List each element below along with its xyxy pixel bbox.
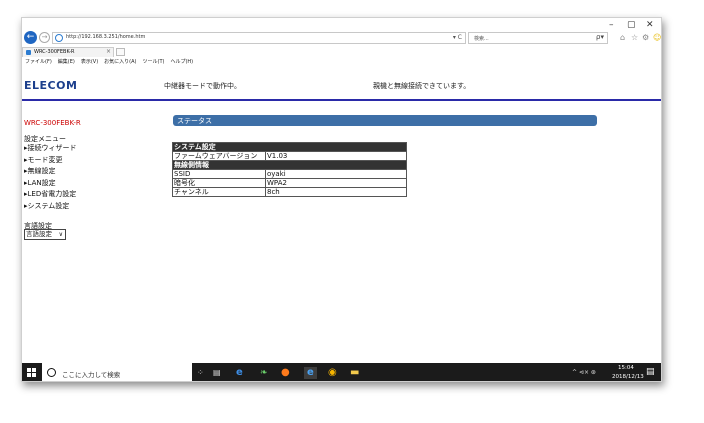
file-explorer-folder-icon[interactable]: ▬ [350, 367, 359, 379]
address-row: ← → http://192.168.3.251/home.htm ▾ C 検索… [22, 30, 661, 46]
gear-icon[interactable]: ⚙ [642, 33, 649, 42]
page-header: ELECOM 中継器モードで動作中。 親機と無線接続できています。 [22, 68, 661, 101]
ssid-value: oyaki [265, 169, 407, 179]
table-section-row: 無線側情報 [172, 160, 407, 170]
forward-button[interactable]: → [39, 32, 50, 43]
notification-icon[interactable]: ▤ [646, 367, 655, 377]
menu-link-lan[interactable]: ▸LAN設定 [24, 178, 77, 190]
web-page: ELECOM 中継器モードで動作中。 親機と無線接続できています。 WRC-30… [22, 68, 661, 363]
close-button[interactable]: ✕ [646, 20, 654, 30]
connection-message: 親機と無線接続できています。 [373, 82, 471, 90]
chevron-down-icon: ∨ [58, 231, 63, 238]
elecom-logo: ELECOM [24, 79, 78, 92]
search-placeholder: 検索... [474, 36, 489, 42]
screen: – ▢ ✕ ← → http://192.168.3.251/home.htm … [21, 17, 662, 382]
table-row: ファームウェアバージョン V1.03 [172, 151, 407, 161]
clock-time[interactable]: 15:04 [618, 365, 634, 371]
language-select-value: 言語設定 [26, 230, 52, 238]
table-row: SSID oyaki [172, 169, 407, 179]
favorites-star-icon[interactable]: ☆ [631, 33, 638, 42]
menu-link-mode[interactable]: ▸モード変更 [24, 155, 77, 167]
channel-label: チャンネル [172, 187, 266, 197]
windows-start-icon[interactable] [27, 368, 37, 378]
menu-bar: ファイル(F) 編集(E) 表示(V) お気に入り(A) ツール(T) ヘルプ(… [22, 58, 193, 67]
table-section-row: システム設定 [172, 142, 407, 152]
taskbar-search-input[interactable]: ここに入力して検索 [42, 363, 192, 381]
taskbar-search-placeholder: ここに入力して検索 [62, 371, 121, 379]
menu-help[interactable]: ヘルプ(H) [170, 58, 193, 67]
back-button[interactable]: ← [24, 31, 37, 44]
table-row: チャンネル 8ch [172, 187, 407, 197]
menu-tools[interactable]: ツール(T) [143, 58, 165, 67]
chrome-icon[interactable]: ◉ [328, 367, 337, 379]
section-title: ステータス [177, 117, 212, 125]
system-tray-icons[interactable]: ^ ⊲× ⊛ [572, 369, 596, 376]
home-icon[interactable]: ⌂ [620, 33, 625, 42]
minimize-button[interactable]: – [609, 20, 614, 30]
maximize-button[interactable]: ▢ [627, 20, 636, 30]
tab-close-icon[interactable]: × [106, 48, 111, 55]
tab-title: WRC-300FEBK-R [34, 49, 75, 55]
mode-message: 中継器モードで動作中。 [164, 82, 241, 90]
settings-menu: ▸接続ウィザード ▸モード変更 ▸無線設定 ▸LAN設定 ▸LED省電力設定 ▸… [24, 143, 77, 212]
feedback-smiley-icon[interactable]: ☺ [653, 33, 661, 42]
encryption-value: WPA2 [265, 178, 407, 188]
wireless-header: 無線側情報 [172, 160, 407, 170]
menu-link-wireless[interactable]: ▸無線設定 [24, 166, 77, 178]
firefox-icon[interactable]: ● [281, 367, 290, 379]
firmware-value: V1.03 [265, 151, 407, 161]
microphone-icon[interactable]: ⁘ [197, 367, 204, 379]
language-select[interactable]: 言語設定 ∨ [24, 229, 66, 240]
system-header: システム設定 [172, 142, 407, 152]
channel-value: 8ch [265, 187, 407, 197]
search-icon[interactable]: ρ▾ [596, 33, 604, 41]
menu-view[interactable]: 表示(V) [81, 58, 98, 67]
task-view-icon[interactable]: ▤ [213, 367, 221, 379]
address-bar[interactable]: http://192.168.3.251/home.htm ▾ C [52, 32, 466, 44]
status-table: システム設定 ファームウェアバージョン V1.03 無線側情報 SSID oya… [172, 142, 407, 197]
site-icon [55, 34, 63, 42]
taskbar: ここに入力して検索 ⁘ ▤ e ❧ ● e ◉ ▬ ^ ⊲× ⊛ 15:04 2… [22, 363, 661, 381]
section-header: ステータス [173, 115, 597, 126]
table-row: 暗号化 WPA2 [172, 178, 407, 188]
clock-date[interactable]: 2018/12/13 [612, 374, 644, 380]
model-name: WRC-300FEBK-R [24, 119, 81, 127]
forward-arrow-icon: → [41, 33, 48, 41]
tab-favicon-icon [26, 50, 31, 55]
menu-link-led[interactable]: ▸LED省電力設定 [24, 189, 77, 201]
new-tab-button[interactable] [116, 48, 125, 56]
browser-tab[interactable]: WRC-300FEBK-R × [22, 47, 114, 57]
internet-explorer-icon[interactable]: e [304, 367, 317, 379]
search-input[interactable]: 検索... ρ▾ [468, 32, 608, 44]
firmware-label: ファームウェアバージョン [172, 151, 266, 161]
tab-row: WRC-300FEBK-R × [22, 47, 661, 57]
refresh-icon[interactable]: ▾ C [453, 34, 462, 41]
menu-link-system[interactable]: ▸システム設定 [24, 201, 77, 213]
url-text: http://192.168.3.251/home.htm [66, 34, 146, 40]
encryption-label: 暗号化 [172, 178, 266, 188]
edge-browser-icon[interactable]: e [236, 367, 243, 379]
menu-favorites[interactable]: お気に入り(A) [104, 58, 136, 67]
menu-file[interactable]: ファイル(F) [25, 58, 52, 67]
menu-edit[interactable]: 編集(E) [58, 58, 75, 67]
back-arrow-icon: ← [26, 32, 35, 42]
menu-link-wizard[interactable]: ▸接続ウィザード [24, 143, 77, 155]
feather-app-icon[interactable]: ❧ [260, 367, 268, 379]
cortana-circle-icon [47, 368, 56, 377]
ssid-label: SSID [172, 169, 266, 179]
